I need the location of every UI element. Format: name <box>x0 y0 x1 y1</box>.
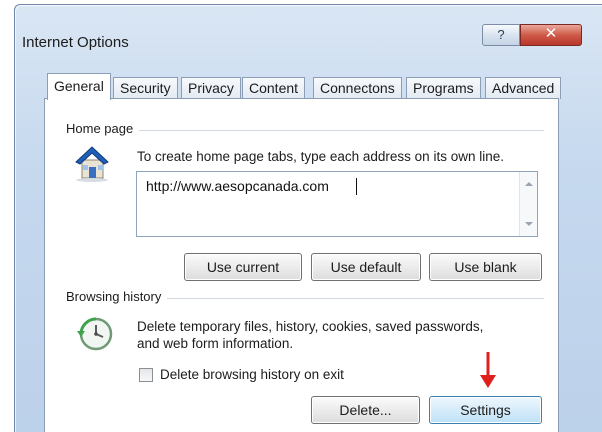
tab-general[interactable]: General <box>47 73 111 100</box>
tab-label: Security <box>120 80 171 96</box>
tab-privacy[interactable]: Privacy <box>181 77 241 99</box>
scroll-up-icon[interactable] <box>525 182 533 186</box>
delete-button[interactable]: Delete... <box>311 396 420 424</box>
history-clock-icon <box>77 317 113 351</box>
tab-label: General <box>54 78 104 94</box>
delete-history-on-exit-checkbox[interactable] <box>139 368 153 382</box>
tab-connections[interactable]: Connectons <box>313 77 402 99</box>
window-title: Internet Options <box>22 34 129 51</box>
use-default-button[interactable]: Use default <box>311 253 421 281</box>
tab-advanced[interactable]: Advanced <box>485 77 562 99</box>
tab-label: Privacy <box>188 80 234 96</box>
tab-label: Content <box>249 80 299 96</box>
home-page-url-value: http://www.aesopcanada.com <box>146 178 329 194</box>
help-icon: ? <box>497 27 505 42</box>
text-caret <box>356 178 357 195</box>
tab-security[interactable]: Security <box>113 77 178 99</box>
settings-button[interactable]: Settings <box>429 396 542 424</box>
browsing-history-group-label: Browsing history <box>66 289 168 304</box>
url-scrollbar[interactable] <box>519 172 537 236</box>
close-icon: ✕ <box>544 25 558 42</box>
home-page-url-input[interactable]: http://www.aesopcanada.com <box>136 171 538 237</box>
scroll-down-icon[interactable] <box>525 222 533 226</box>
delete-history-on-exit-label[interactable]: Delete browsing history on exit <box>160 366 344 384</box>
tab-label: Connectons <box>320 80 395 96</box>
tab-programs[interactable]: Programs <box>406 77 481 99</box>
tab-label: Programs <box>413 80 474 96</box>
home-page-description: To create home page tabs, type each addr… <box>137 149 504 164</box>
browsing-history-description-line1: Delete temporary files, history, cookies… <box>137 319 484 334</box>
use-blank-button[interactable]: Use blank <box>429 253 542 281</box>
browsing-history-description-line2: and web form information. <box>137 336 294 351</box>
use-current-button[interactable]: Use current <box>184 253 302 281</box>
tab-content[interactable]: Content <box>242 77 306 99</box>
help-button[interactable]: ? <box>482 24 520 46</box>
close-button[interactable]: ✕ <box>520 24 582 46</box>
red-arrow-annotation-icon <box>480 352 496 388</box>
tab-label: Advanced <box>492 80 555 96</box>
home-page-group-label: Home page <box>66 121 140 136</box>
house-icon <box>75 146 109 182</box>
